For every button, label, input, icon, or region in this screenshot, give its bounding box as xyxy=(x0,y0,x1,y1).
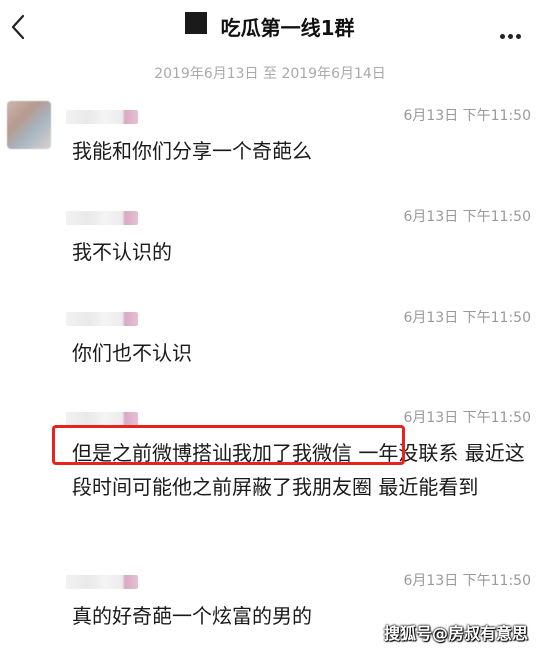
message-text: 我不认识的 xyxy=(72,240,172,264)
chat-title: 吃瓜第一线1群 xyxy=(220,16,355,40)
red-highlight-box xyxy=(52,425,405,465)
sender-avatar[interactable] xyxy=(7,101,51,149)
message-text: 我能和你们分享一个奇葩么 xyxy=(72,139,312,163)
blurred-sender-name xyxy=(66,412,138,426)
more-icon[interactable] xyxy=(500,24,526,39)
chat-header: 吃瓜第一线1群 xyxy=(0,0,540,56)
blurred-sender-name xyxy=(66,312,138,326)
censored-avatar xyxy=(185,12,208,34)
blurred-sender-name xyxy=(66,110,138,124)
message-time: 6月13日 下午11:50 xyxy=(403,410,531,426)
watermark: 搜狐号@房叔有意思 xyxy=(383,624,528,643)
message-time: 6月13日 下午11:50 xyxy=(403,209,531,225)
blurred-sender-name xyxy=(66,211,138,225)
message-time: 6月13日 下午11:50 xyxy=(403,310,531,326)
blurred-sender-name xyxy=(66,575,138,589)
message-text: 你们也不认识 xyxy=(72,341,192,365)
message-time: 6月13日 下午11:50 xyxy=(403,573,531,589)
date-range-label: 2019年6月13日 至 2019年6月14日 xyxy=(154,66,386,82)
title-area: 吃瓜第一线1群 xyxy=(0,12,540,42)
message-time: 6月13日 下午11:50 xyxy=(403,108,531,124)
